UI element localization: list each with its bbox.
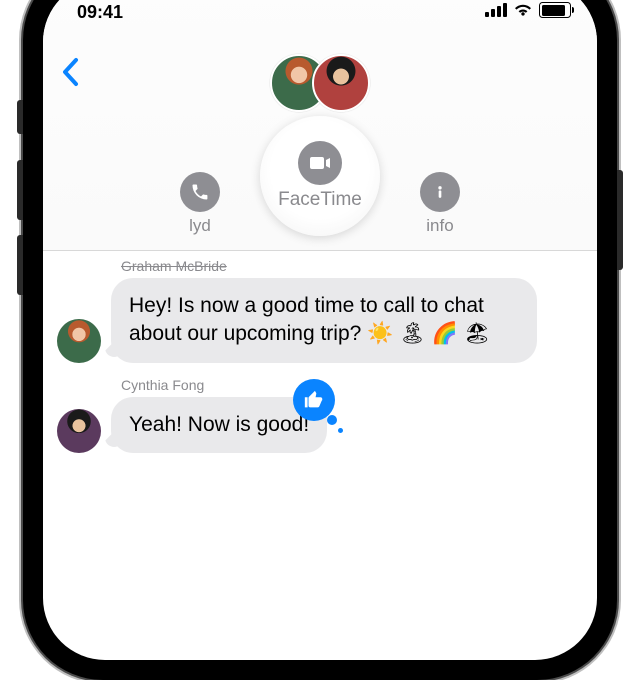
screen: 09:41 lyd: [43, 0, 597, 660]
info-label: info: [426, 216, 453, 236]
group-avatars[interactable]: [270, 54, 370, 112]
battery-icon: [539, 2, 571, 18]
message-row: Yeah! Now is good!: [57, 397, 583, 453]
video-icon: [298, 141, 342, 185]
info-button[interactable]: info: [420, 172, 460, 236]
sender-name: Graham McBride: [121, 258, 583, 274]
wifi-icon: [513, 3, 533, 17]
avatar[interactable]: [57, 319, 101, 363]
info-icon: [420, 172, 460, 212]
conversation-header: lyd FaceTime info: [43, 0, 597, 251]
facetime-button[interactable]: FaceTime: [260, 116, 380, 236]
audio-label: lyd: [189, 216, 211, 236]
facetime-label: FaceTime: [278, 189, 362, 211]
avatar[interactable]: [57, 409, 101, 453]
audio-button[interactable]: lyd: [180, 172, 220, 236]
cell-signal-icon: [485, 3, 507, 17]
message-bubble[interactable]: Yeah! Now is good!: [111, 397, 327, 453]
avatar: [312, 54, 370, 112]
phone-icon: [180, 172, 220, 212]
status-bar: 09:41: [43, 0, 597, 32]
sender-name: Cynthia Fong: [121, 377, 583, 393]
message-row: Hey! Is now a good time to call to chat …: [57, 278, 583, 363]
status-time: 09:41: [77, 2, 123, 23]
phone-frame: 09:41 lyd: [23, 0, 617, 680]
message-bubble[interactable]: Hey! Is now a good time to call to chat …: [111, 278, 537, 363]
back-button[interactable]: [59, 56, 95, 92]
message-thread[interactable]: Graham McBride Hey! Is now a good time t…: [43, 250, 597, 660]
thumbs-up-tapback-icon[interactable]: [293, 379, 335, 421]
